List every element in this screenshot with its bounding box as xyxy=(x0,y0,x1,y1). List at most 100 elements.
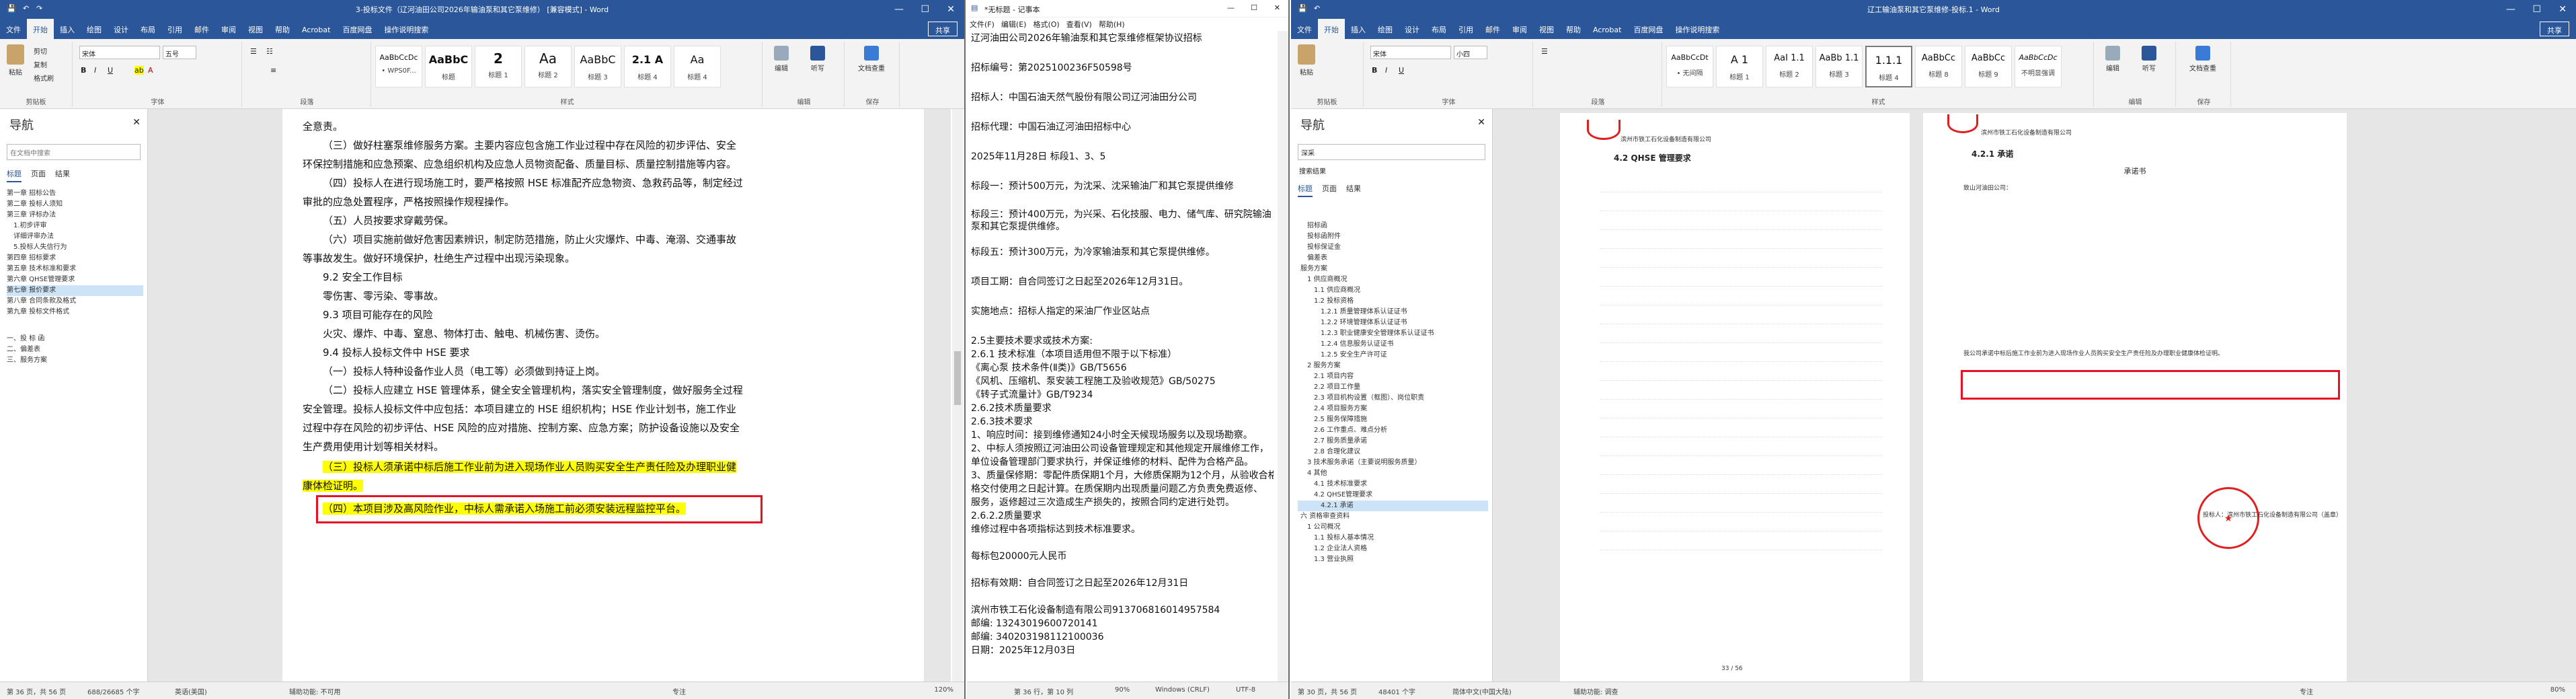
nav-item[interactable]: 1.2.1 质量管理体系认证证书 xyxy=(1298,307,1488,318)
minimize-icon[interactable]: — xyxy=(894,4,904,15)
bullets-icon[interactable]: ☰ xyxy=(250,47,257,56)
tell-me-search[interactable]: 操作说明搜索 xyxy=(1669,19,1725,39)
tab-layout[interactable]: 布局 xyxy=(134,19,161,39)
status-page[interactable]: 第 36 页，共 56 页 xyxy=(7,686,66,696)
cut-button[interactable]: 剪切 xyxy=(34,46,47,56)
nav-item[interactable]: 5.投标人失信行为 xyxy=(7,242,143,253)
nav-item[interactable]: 偏差表 xyxy=(1298,253,1488,264)
tab-insert[interactable]: 插入 xyxy=(1345,19,1372,39)
vertical-scrollbar[interactable] xyxy=(952,109,963,682)
style-5-selected[interactable]: 1.1.1 标题 4 xyxy=(1865,46,1912,87)
copy-button[interactable]: 复制 xyxy=(34,59,47,69)
nav-item[interactable]: 招标函 xyxy=(1298,221,1488,231)
style-2[interactable]: A 1 标题 1 xyxy=(1716,46,1763,87)
style-5[interactable]: AaBbC 标题 3 xyxy=(574,46,621,87)
nav-item-selected[interactable]: 第七章 报价要求 xyxy=(7,285,143,296)
zoom-level[interactable]: 80% xyxy=(2550,686,2565,694)
nav-item[interactable]: 1.3 营业执照 xyxy=(1298,554,1488,565)
nav-item[interactable]: 1.初步评审 xyxy=(7,221,143,231)
nav-item[interactable]: 1.1 投标人基本情况 xyxy=(1298,533,1488,544)
tab-home[interactable]: 开始 xyxy=(1318,19,1345,39)
nav-tab-pages[interactable]: 页面 xyxy=(1322,184,1337,196)
nav-item[interactable]: 投标保证金 xyxy=(1298,242,1488,253)
status-focus[interactable]: 专注 xyxy=(672,686,686,696)
notepad-scrollbar[interactable] xyxy=(1278,31,1288,682)
menu-view[interactable]: 查看(V) xyxy=(1066,20,1092,29)
nav-item[interactable]: 2.1 项目内容 xyxy=(1298,371,1488,382)
nav-item[interactable]: 六 资格审查资料 xyxy=(1298,511,1488,522)
tab-baidu[interactable]: 百度网盘 xyxy=(336,19,378,39)
style-3[interactable]: AaI 1.1 标题 2 xyxy=(1766,46,1813,87)
nav-item[interactable]: 2.2 项目工作量 xyxy=(1298,382,1488,393)
nav-item[interactable]: 第四章 招标要求 xyxy=(7,253,143,264)
share-button[interactable]: 共享 xyxy=(928,22,958,36)
zoom-level[interactable]: 120% xyxy=(934,686,953,694)
bullets-icon[interactable]: ☰ xyxy=(1541,47,1548,56)
close-icon[interactable]: ✕ xyxy=(947,4,955,15)
tab-design[interactable]: 设计 xyxy=(108,19,134,39)
nav-item[interactable]: 服务方案 xyxy=(1298,264,1488,274)
document-page[interactable]: 全意责。 （三）做好柱塞泵维修服务方案。主要内容应包含施工作业过程中存在风险的初… xyxy=(282,109,924,682)
nav-item[interactable]: 2 服务方案 xyxy=(1298,361,1488,371)
nav-item[interactable]: 1.1 供应商概况 xyxy=(1298,285,1488,296)
scrollbar-thumb[interactable] xyxy=(954,351,961,405)
close-icon[interactable]: ✕ xyxy=(132,117,141,128)
style-3[interactable]: 2 标题 1 xyxy=(475,46,522,87)
align-center-icon[interactable]: ≡ xyxy=(270,66,276,75)
nav-item[interactable]: 4.2 QHSE管理要求 xyxy=(1298,490,1488,501)
minimize-icon[interactable]: — xyxy=(1227,3,1235,12)
nav-item[interactable]: 1.2 企业法人资格 xyxy=(1298,544,1488,554)
nav-search-input[interactable]: 深采 xyxy=(1298,144,1485,160)
doc-check-button[interactable]: 文档查重 xyxy=(2183,46,2223,73)
paste-button[interactable]: 粘贴 xyxy=(4,44,27,77)
menu-help[interactable]: 帮助(H) xyxy=(1099,20,1125,29)
underline-icon[interactable]: U xyxy=(1399,66,1404,75)
font-size-select[interactable]: 五号 xyxy=(163,46,196,59)
nav-item[interactable]: 4 其他 xyxy=(1298,468,1488,479)
nav-item[interactable]: 投标函附件 xyxy=(1298,231,1488,242)
style-6[interactable]: AaBbCc 标题 8 xyxy=(1915,46,1962,87)
font-color-icon[interactable]: A xyxy=(148,66,153,75)
nav-item[interactable]: 第六章 QHSE管理要求 xyxy=(7,274,143,285)
font-name-select[interactable]: 宋体 xyxy=(1370,46,1451,59)
maximize-icon[interactable]: ☐ xyxy=(921,4,929,15)
status-page[interactable]: 第 30 页，共 56 页 xyxy=(1298,686,1357,696)
nav-item[interactable]: 4.1 技术标准要求 xyxy=(1298,479,1488,490)
nav-item[interactable]: 二、偏差表 xyxy=(7,344,143,355)
nav-item[interactable]: 3 技术服务承诺（主要说明服务质量） xyxy=(1298,457,1488,468)
status-words[interactable]: 688/26685 个字 xyxy=(87,686,139,696)
font-name-select[interactable]: 宋体 xyxy=(79,46,160,59)
nav-item[interactable]: 1.2.3 职业健康安全管理体系认证证书 xyxy=(1298,328,1488,339)
notepad-text-area[interactable]: 辽河油田公司2026年输油泵和其它泵维修框架协议招标 招标编号：第2025100… xyxy=(967,31,1278,682)
nav-item-selected[interactable]: 4.2.1 承诺 xyxy=(1298,501,1488,511)
nav-item[interactable]: 第八章 合同条款及格式 xyxy=(7,296,143,307)
tab-help[interactable]: 帮助 xyxy=(269,19,296,39)
tab-mailings[interactable]: 邮件 xyxy=(1479,19,1506,39)
nav-tab-pages[interactable]: 页面 xyxy=(31,170,46,181)
nav-search-input[interactable]: 在文档中搜索 xyxy=(7,144,141,160)
tab-insert[interactable]: 插入 xyxy=(54,19,81,39)
tab-references[interactable]: 引用 xyxy=(1452,19,1479,39)
bold-icon[interactable]: B xyxy=(81,66,86,75)
nav-item[interactable]: 第五章 技术标准和要求 xyxy=(7,264,143,274)
style-7[interactable]: Aa 标题 4 xyxy=(674,46,721,87)
style-2[interactable]: AaBbC 标题 xyxy=(425,46,472,87)
tab-file[interactable]: 文件 xyxy=(0,19,27,39)
nav-item[interactable]: 1 公司概况 xyxy=(1298,522,1488,533)
nav-item[interactable]: 三、服务方案 xyxy=(7,355,143,366)
nav-item[interactable]: 一、投 标 函 xyxy=(7,334,143,344)
underline-icon[interactable]: U xyxy=(108,66,113,75)
nav-tab-headings[interactable]: 标题 xyxy=(7,170,22,182)
nav-item[interactable]: 1 供应商概况 xyxy=(1298,274,1488,285)
style-7[interactable]: AaBbCc 标题 9 xyxy=(1965,46,2012,87)
nav-item[interactable]: 第一章 招标公告 xyxy=(7,188,143,199)
status-focus[interactable]: 专注 xyxy=(2300,686,2313,696)
format-painter-button[interactable]: 格式刷 xyxy=(34,73,54,83)
nav-item[interactable]: 1.2.5 安全生产许可证 xyxy=(1298,350,1488,361)
editing-button[interactable]: 编辑 xyxy=(768,46,795,73)
maximize-icon[interactable]: ☐ xyxy=(2532,4,2541,15)
nav-item[interactable]: 详细评审办法 xyxy=(7,231,143,242)
share-button[interactable]: 共享 xyxy=(2540,22,2569,36)
tab-mailings[interactable]: 邮件 xyxy=(188,19,215,39)
tab-review[interactable]: 审阅 xyxy=(1506,19,1533,39)
